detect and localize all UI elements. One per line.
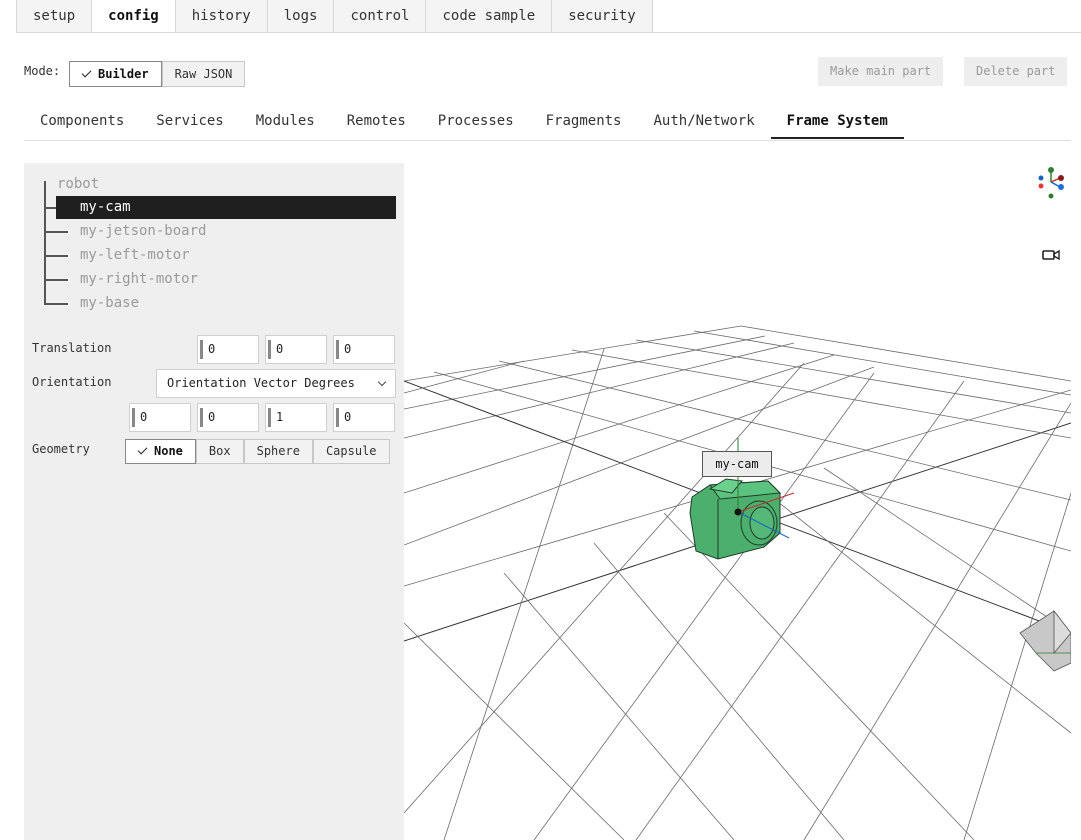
- tree-item-my-right-motor[interactable]: my-right-motor: [56, 268, 396, 291]
- check-icon: [81, 67, 92, 78]
- geometry-none-label: None: [154, 444, 183, 458]
- mode-label: Mode:: [24, 64, 61, 78]
- translation-label: Translation: [32, 341, 112, 355]
- tab-components[interactable]: Components: [24, 105, 140, 139]
- tab-setup[interactable]: setup: [16, 0, 92, 32]
- orientation-label: Orientation: [32, 375, 112, 389]
- tree-item-my-left-motor[interactable]: my-left-motor: [56, 244, 396, 267]
- orientation-type-value: Orientation Vector Degrees: [167, 376, 355, 390]
- tab-security[interactable]: security: [551, 0, 653, 32]
- tab-logs[interactable]: logs: [266, 0, 334, 32]
- delete-part-button[interactable]: Delete part: [964, 57, 1068, 86]
- orientation-type-select[interactable]: Orientation Vector Degrees: [156, 369, 396, 398]
- raw-json-mode-button[interactable]: Raw JSON: [161, 61, 246, 87]
- orientation-x-input[interactable]: 0: [129, 403, 191, 432]
- geometry-toggle: None Box Sphere Capsule: [125, 439, 390, 464]
- top-tab-bar: setup config history logs control code s…: [16, 0, 1081, 33]
- camera-model: [689, 478, 782, 560]
- orientation-z-input[interactable]: 1: [265, 403, 327, 432]
- tab-services[interactable]: Services: [140, 105, 239, 139]
- geometry-label: Geometry: [32, 442, 90, 456]
- orientation-y-input[interactable]: 0: [197, 403, 259, 432]
- tree-connector: [44, 181, 46, 305]
- config-sub-tab-bar: Components Services Modules Remotes Proc…: [24, 105, 1071, 141]
- geometry-box-button[interactable]: Box: [195, 439, 244, 464]
- tab-config[interactable]: config: [91, 0, 175, 32]
- scene-grid: [404, 325, 1071, 840]
- frame-editor-panel: robot my-cam my-jetson-board my-left-mot…: [24, 163, 404, 840]
- geometry-capsule-button[interactable]: Capsule: [312, 439, 390, 464]
- translation-y-input[interactable]: 0: [265, 335, 327, 364]
- tree-item-my-base[interactable]: my-base: [56, 292, 396, 315]
- check-icon: [137, 444, 148, 455]
- tab-processes[interactable]: Processes: [422, 105, 530, 139]
- geometry-sphere-button[interactable]: Sphere: [243, 439, 313, 464]
- translation-x-input[interactable]: 0: [197, 335, 259, 364]
- tab-auth-network[interactable]: Auth/Network: [637, 105, 770, 139]
- tab-control[interactable]: control: [333, 0, 426, 32]
- tab-code-sample[interactable]: code sample: [425, 0, 552, 32]
- tree-item-my-cam[interactable]: my-cam: [56, 196, 396, 219]
- tab-fragments[interactable]: Fragments: [530, 105, 638, 139]
- builder-mode-label: Builder: [98, 67, 149, 81]
- tab-history[interactable]: history: [174, 0, 267, 32]
- tree-root-robot[interactable]: robot: [57, 176, 99, 192]
- frame-system-3d-view[interactable]: my-cam: [404, 163, 1071, 840]
- orientation-theta-input[interactable]: 0: [333, 403, 395, 432]
- mode-toggle: Builder Raw JSON: [69, 61, 246, 87]
- camera-frame-label: my-cam: [702, 451, 772, 477]
- video-camera-icon[interactable]: [1042, 248, 1060, 262]
- tab-modules[interactable]: Modules: [240, 105, 331, 139]
- make-main-part-button[interactable]: Make main part: [818, 57, 944, 86]
- base-model: [1019, 609, 1071, 672]
- tree-item-my-jetson-board[interactable]: my-jetson-board: [56, 220, 396, 243]
- chevron-down-icon: [377, 377, 387, 387]
- axis-gizmo-icon[interactable]: [1036, 166, 1068, 202]
- geometry-none-button[interactable]: None: [125, 439, 196, 464]
- builder-mode-button[interactable]: Builder: [69, 61, 162, 87]
- translation-z-input[interactable]: 0: [333, 335, 395, 364]
- tab-frame-system[interactable]: Frame System: [770, 105, 904, 139]
- tab-remotes[interactable]: Remotes: [331, 105, 422, 139]
- frame-tree: robot my-cam my-jetson-board my-left-mot…: [24, 163, 404, 313]
